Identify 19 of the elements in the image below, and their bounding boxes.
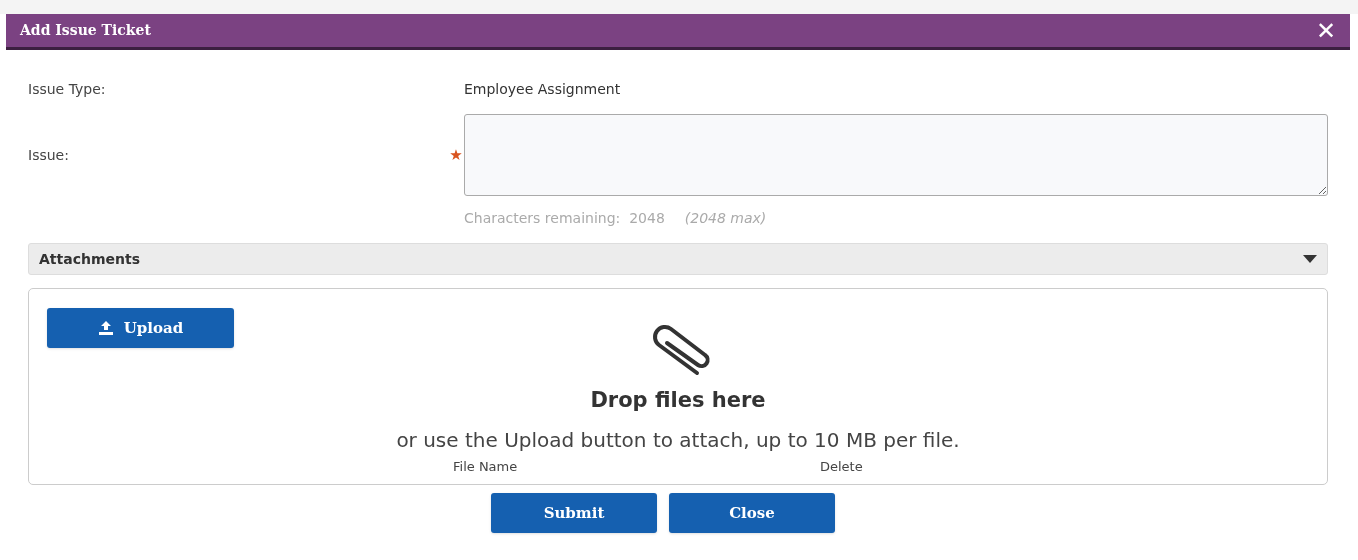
field-label: Issue: xyxy=(28,145,70,165)
issue-input-field[interactable] xyxy=(464,114,1328,196)
column-header: File Name xyxy=(453,457,519,476)
characters-remaining-text: Characters remaining: 2048 xyxy=(464,209,665,228)
submit-button[interactable]: Submit xyxy=(491,493,657,533)
caret-icon xyxy=(1303,255,1317,263)
upload-button[interactable]: Upload xyxy=(47,308,234,348)
field-label: Issue Type: xyxy=(28,79,107,99)
drop-hint: or use the Upload button to attach, up to 10 MB per file. xyxy=(396,426,960,454)
drop-title: Drop files here xyxy=(590,387,766,414)
attachments-header[interactable]: Attachments xyxy=(28,243,1328,275)
upload-icon xyxy=(97,321,114,335)
column-header: Delete xyxy=(820,457,863,476)
close-button[interactable]: Close xyxy=(669,493,835,533)
dialog-title: Add Issue Ticket xyxy=(20,21,151,40)
field-value: Employee Assignment xyxy=(464,79,621,99)
max-characters-text: (2048 max) xyxy=(684,209,767,228)
drop-zone[interactable]: Upload Drop files here or use the Upload button to attach, up to 10 MB per file. File Name Delete xyxy=(28,288,1328,485)
required-icon: ★ xyxy=(449,143,463,167)
